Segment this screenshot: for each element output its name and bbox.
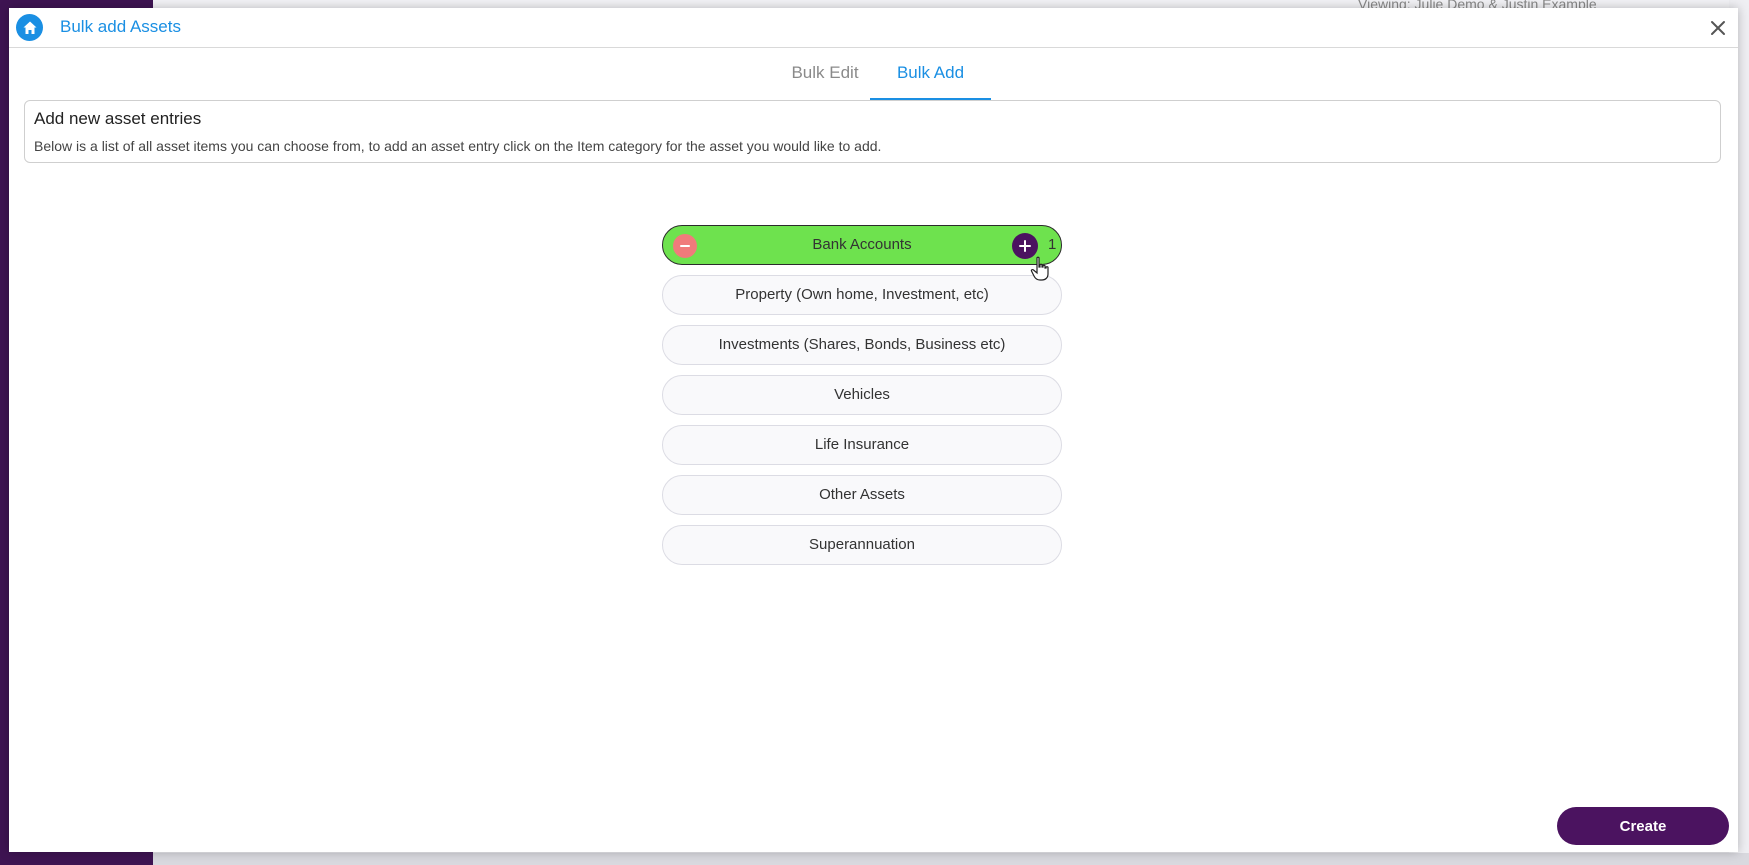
category-label: Life Insurance [814,436,910,453]
info-title: Add new asset entries [34,109,202,128]
background-viewing-text: Viewing: Julie Demo & Justin Example [1358,0,1597,12]
category-property[interactable]: Property (Own home, Investment, etc) [662,275,1062,315]
info-panel: Add new asset entries Below is a list of… [24,100,1721,163]
category-vehicles[interactable]: Vehicles [662,375,1062,415]
background-bottom [153,853,1749,865]
hand-cursor-icon [1030,256,1049,281]
category-label: Vehicles [834,386,890,403]
close-icon[interactable] [1706,16,1730,40]
info-description: Below is a list of all asset items you c… [34,138,882,154]
category-life-insurance[interactable]: Life Insurance [662,425,1062,465]
category-superannuation[interactable]: Superannuation [662,525,1062,565]
modal-header: Bulk add Assets [9,8,1738,48]
category-bank-accounts[interactable]: Bank Accounts 1 [662,225,1062,265]
category-label: Other Assets [819,486,905,503]
asset-category-list: Bank Accounts 1 Property (Own home, Inve… [662,225,1062,575]
modal-title: Bulk add Assets [60,17,181,36]
tab-bulk-add[interactable]: Bulk Add [870,48,991,100]
create-button[interactable]: Create [1557,807,1729,845]
minus-icon[interactable] [673,234,697,258]
category-label: Superannuation [809,536,915,553]
home-icon[interactable] [16,14,43,41]
category-label: Bank Accounts [812,236,912,253]
tab-bulk-edit[interactable]: Bulk Edit [769,48,881,98]
category-label: Property (Own home, Investment, etc) [735,286,989,303]
category-other-assets[interactable]: Other Assets [662,475,1062,515]
tab-bar: Bulk Edit Bulk Add [9,48,1738,100]
category-investments[interactable]: Investments (Shares, Bonds, Business etc… [662,325,1062,365]
category-label: Investments (Shares, Bonds, Business etc… [718,336,1006,353]
